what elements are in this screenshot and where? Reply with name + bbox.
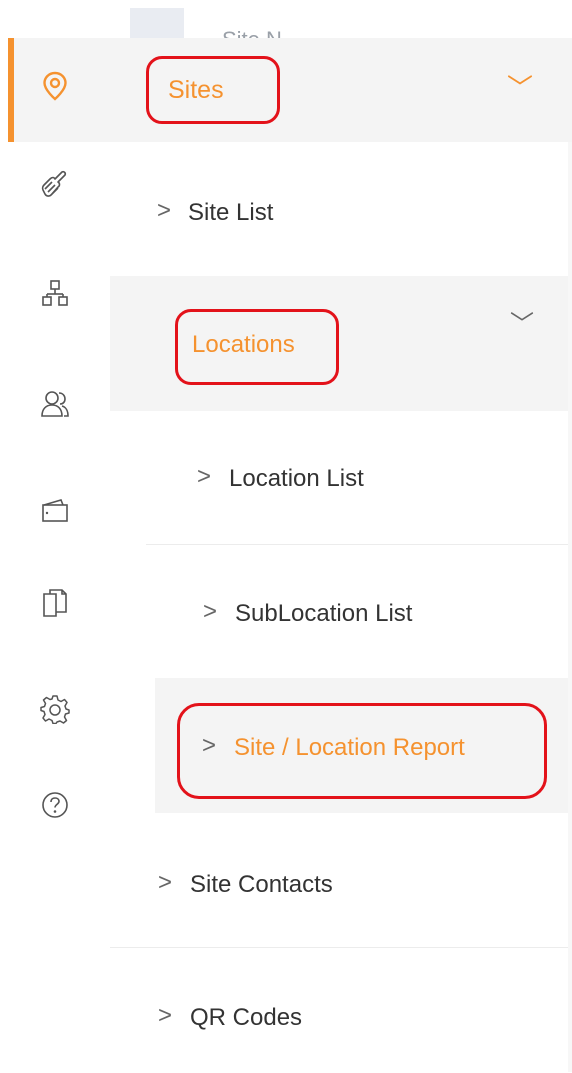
chevron-right-icon: > [197,463,212,490]
gear-icon[interactable] [35,689,75,729]
avatar [130,8,184,38]
location-pin-icon[interactable] [35,66,75,106]
chevron-right-icon: > [158,1002,173,1029]
menu-item-site-contacts[interactable] [110,813,568,947]
chevron-right-icon: > [158,869,173,896]
documents-icon[interactable] [35,583,75,623]
menu-label-qr-codes: QR Codes [190,1004,303,1031]
menu-label-site-contacts: Site Contacts [190,871,333,898]
annotation-circle-locations [175,309,339,385]
menu-item-qr-codes[interactable] [110,948,568,1073]
sidebar-screen: Site N [0,0,572,1073]
chevron-right-icon: > [157,197,172,224]
menu-label-site-list: Site List [188,199,274,226]
wallet-icon[interactable] [35,490,75,530]
menu-label-location-list: Location List [229,465,364,492]
help-icon[interactable] [35,785,75,825]
chevron-right-icon: > [203,598,218,625]
annotation-circle-report [177,703,547,799]
scroll-edge [568,142,572,1072]
hand-icon[interactable] [35,165,75,205]
chevron-down-icon[interactable]: ﹀ [510,304,534,339]
annotation-circle-sites [146,56,280,124]
chevron-down-icon[interactable]: ﹀ [507,68,533,105]
menu-item-site-list[interactable] [110,142,568,276]
menu-label-sublocation-list: SubLocation List [235,600,413,627]
org-chart-icon[interactable] [35,273,75,313]
people-icon[interactable] [35,384,75,424]
